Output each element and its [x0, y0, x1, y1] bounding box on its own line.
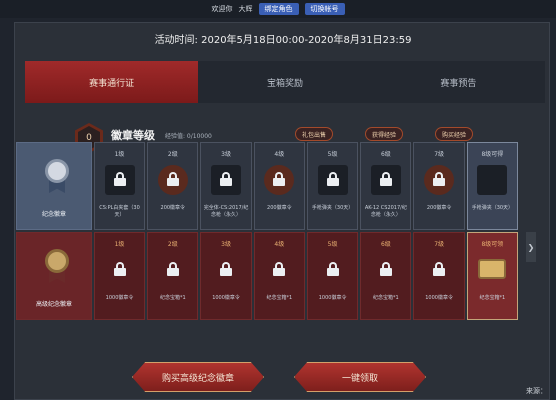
reward-desc: AK-12 CS2017/纪念枪（永久）	[364, 205, 407, 218]
reward-cell[interactable]: 1级 CS:PL白夹套（30天）	[93, 142, 146, 230]
reward-level: 5级	[327, 151, 338, 158]
welcome-text: 欢迎你	[211, 5, 233, 13]
lock-icon	[326, 262, 339, 276]
top-bar: 欢迎你 大辉 绑定角色 切换帐号	[0, 0, 556, 18]
reward-cell[interactable]: 5级 1000徽章令	[306, 232, 359, 320]
lock-icon	[166, 172, 179, 186]
reward-desc: 200徽章令	[160, 205, 186, 211]
reward-level: 1级	[114, 241, 125, 248]
chest-icon	[478, 259, 507, 279]
tab-preview[interactable]: 赛事预告	[372, 61, 545, 103]
buy-premium-badge-button[interactable]: 购买高级纪念徽章	[132, 362, 264, 392]
free-badge-cell: 纪念徽章	[16, 142, 92, 230]
lock-icon	[433, 262, 446, 276]
reward-cell[interactable]: 6级 AK-12 CS2017/纪念枪（永久）	[360, 142, 412, 230]
lock-icon	[113, 262, 126, 276]
reward-level: 3级	[221, 151, 231, 158]
reward-desc: 1000徽章令	[212, 295, 240, 301]
premium-badge-label: 高级纪念徽章	[35, 301, 72, 308]
badge-exp: 经验值: 0/10000	[165, 133, 212, 140]
buy-exp-button[interactable]: 购买经验	[435, 127, 474, 141]
magazine-icon	[477, 165, 508, 195]
reward-desc: 纪念宝箱*1	[266, 295, 293, 301]
lock-icon	[273, 172, 286, 186]
reward-cell[interactable]: 2级 200徽章令	[147, 142, 199, 230]
tab-pass[interactable]: 赛事通行证	[25, 61, 199, 103]
gift-sale-button[interactable]: 礼包出售	[295, 127, 334, 141]
reward-cell[interactable]: 6级 纪念宝箱*1	[360, 232, 412, 320]
reward-cell[interactable]: 4级 纪念宝箱*1	[253, 232, 305, 320]
reward-level: 3级	[221, 241, 231, 248]
premium-badge-cell: 高级纪念徽章	[16, 232, 92, 320]
reward-level: 5级	[327, 241, 338, 248]
lock-icon	[379, 262, 392, 276]
lock-icon	[433, 172, 446, 186]
free-badge-label: 纪念徽章	[41, 211, 66, 218]
reward-desc: 完全体-CS:2017/纪念枪（永久）	[203, 205, 249, 218]
claim-all-button[interactable]: 一键领取	[294, 362, 426, 392]
reward-desc: 1000徽章令	[318, 295, 347, 301]
switch-account-button[interactable]: 切换帐号	[304, 3, 345, 15]
reward-level: 8级可领	[481, 241, 504, 248]
reward-desc: 1000徽章令	[425, 295, 453, 301]
lock-icon	[379, 172, 392, 186]
reward-cell[interactable]: 2级 纪念宝箱*1	[147, 232, 199, 320]
medal-icon	[43, 159, 71, 193]
reward-desc: 200徽章令	[426, 205, 452, 211]
reward-level: 7级	[434, 241, 445, 248]
reward-cell[interactable]: 4级 200徽章令	[253, 142, 305, 230]
reward-level: 1级	[114, 151, 125, 158]
reward-level: 6级	[380, 241, 391, 248]
reward-desc: 1000徽章令	[105, 295, 134, 301]
activity-time: 活动时间: 2020年5月18日00:00-2020年8月31日23:59	[154, 35, 412, 46]
reward-cell[interactable]: 7级 1000徽章令	[413, 232, 465, 320]
reward-desc: 纪念宝箱*1	[159, 295, 186, 301]
reward-level: 7级	[434, 151, 445, 158]
tab-bar: 赛事通行证 宝箱奖励 赛事预告	[25, 61, 545, 103]
gain-exp-button[interactable]: 获得经验	[365, 127, 404, 141]
premium-reward-row: 高级纪念徽章 1级 1000徽章令 2级 纪念宝箱*1 3级 1000徽章令 4…	[16, 232, 519, 320]
lock-icon	[326, 172, 339, 186]
tab-chest-rewards[interactable]: 宝箱奖励	[198, 61, 371, 103]
reward-cell[interactable]: 5级 手枪弹夹（30天）	[306, 142, 359, 230]
reward-cell[interactable]: 1级 1000徽章令	[93, 232, 146, 320]
lock-icon	[166, 262, 179, 276]
free-reward-row: 纪念徽章 1级 CS:PL白夹套（30天） 2级 200徽章令 3级 完全体-C…	[16, 142, 519, 230]
reward-level: 6级	[380, 151, 391, 158]
reward-desc: 200徽章令	[267, 205, 292, 211]
badge-title: 徽章等级	[111, 129, 155, 142]
reward-level: 2级	[167, 151, 178, 158]
lock-icon	[113, 172, 126, 186]
reward-desc: 手枪弹夹（30天）	[471, 205, 514, 211]
reward-level: 4级	[274, 151, 285, 158]
reward-desc: CS:PL白夹套（30天）	[99, 205, 140, 218]
reward-desc: 纪念宝箱*1	[479, 295, 506, 301]
scroll-right-arrow[interactable]: ❯	[526, 232, 536, 262]
lock-icon	[273, 262, 286, 276]
reward-level: 8级可得	[481, 151, 504, 158]
reward-cell[interactable]: 8级可领 纪念宝箱*1	[466, 232, 519, 320]
reward-cell[interactable]: 7级 200徽章令	[413, 142, 465, 230]
reward-desc: 手枪弹夹（30天）	[311, 205, 354, 211]
lock-icon	[220, 262, 233, 276]
reward-cell[interactable]: 8级可得 手枪弹夹（30天）	[466, 142, 519, 230]
bind-role-button[interactable]: 绑定角色	[258, 3, 299, 15]
reward-cell[interactable]: 3级 1000徽章令	[200, 232, 252, 320]
lock-icon	[220, 172, 233, 186]
reward-level: 2级	[167, 241, 178, 248]
medal-icon	[43, 249, 71, 283]
reward-desc: 纪念宝箱*1	[373, 295, 399, 301]
source-label: 来源：	[526, 387, 547, 395]
reward-level: 4级	[274, 241, 285, 248]
username: 大辉	[238, 5, 253, 13]
reward-cell[interactable]: 3级 完全体-CS:2017/纪念枪（永久）	[200, 142, 252, 230]
